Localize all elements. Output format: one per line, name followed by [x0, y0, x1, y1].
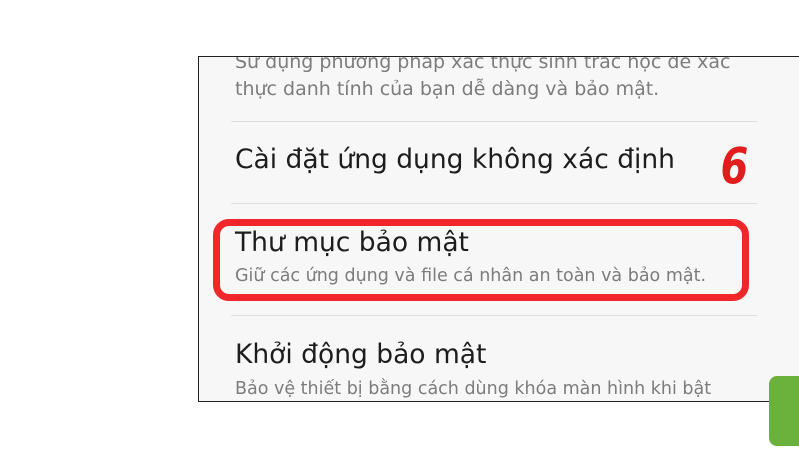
green-side-button[interactable] — [769, 376, 799, 446]
divider — [231, 121, 757, 122]
step-number-annotation: 6 — [720, 137, 749, 195]
secure-startup-description: Bảo vệ thiết bị bằng cách dùng khóa màn … — [235, 379, 712, 399]
divider — [231, 203, 757, 204]
biometric-description: Sử dụng phương pháp xác thực sinh trắc h… — [235, 56, 731, 100]
settings-screenshot: Sử dụng phương pháp xác thực sinh trắc h… — [198, 56, 799, 402]
unknown-apps-title[interactable]: Cài đặt ứng dụng không xác định — [235, 144, 675, 175]
divider — [231, 315, 757, 316]
highlight-box — [213, 219, 749, 301]
secure-startup-title[interactable]: Khởi động bảo mật — [235, 339, 486, 370]
